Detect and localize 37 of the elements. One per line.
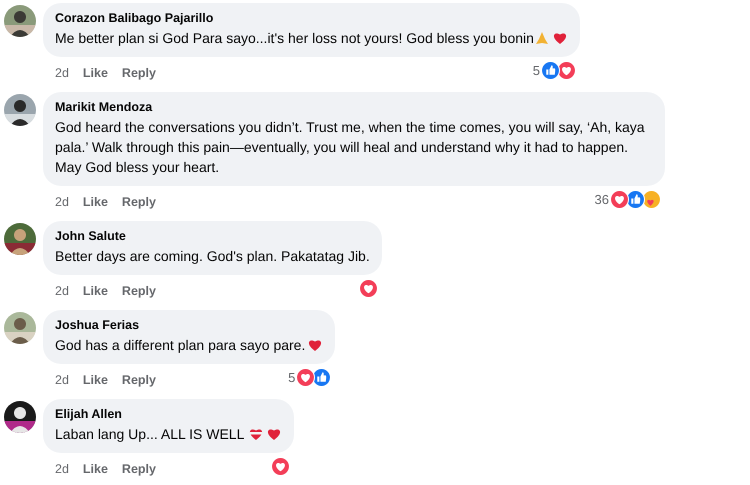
reply-link[interactable]: Reply [122, 195, 156, 209]
reply-link[interactable]: Reply [122, 462, 156, 476]
comment-time[interactable]: 2d [55, 462, 69, 476]
like-link[interactable]: Like [82, 284, 108, 298]
like-link[interactable]: Like [82, 66, 108, 80]
like-link[interactable]: Like [82, 373, 108, 387]
comment-time[interactable]: 2d [55, 284, 69, 298]
love-reaction-icon [610, 190, 629, 208]
like-link[interactable]: Like [82, 462, 108, 476]
care-reaction-icon [642, 190, 661, 208]
reply-link[interactable]: Reply [122, 284, 156, 298]
reaction-count[interactable]: 5 [288, 370, 296, 384]
like-reaction-icon [540, 60, 560, 80]
like-link[interactable]: Like [82, 195, 108, 209]
like-reaction-icon [626, 190, 645, 208]
love-reaction-icon [271, 456, 290, 476]
comment-text: Better days are coming. God's plan. Pakatatag Jib. [55, 247, 370, 266]
comment-author[interactable]: Elijah Allen [55, 407, 282, 421]
comment-author[interactable]: Marikit Mendoza [55, 100, 653, 114]
comment-time[interactable]: 2d [55, 195, 69, 209]
comment-text: God has a different plan para sayo pare. [55, 335, 324, 355]
like-reaction-icon [312, 368, 332, 386]
reaction-count[interactable]: 36 [594, 192, 609, 206]
reaction-count[interactable]: 5 [532, 62, 540, 78]
love-reaction-icon [556, 60, 576, 80]
comment-author[interactable]: Corazon Balibago Pajarillo [55, 11, 568, 25]
comment-text: Me better plan si God Para sayo...it's her loss not yours! God bless you bonin [55, 28, 568, 48]
comment-author[interactable]: Joshua Ferias [55, 318, 324, 332]
love-reaction-icon [358, 278, 378, 298]
reply-link[interactable]: Reply [122, 66, 156, 80]
comment-text: Laban lang Up... ALL IS WELL [55, 424, 282, 444]
love-reaction-icon [296, 368, 316, 386]
comment-time[interactable]: 2d [55, 373, 69, 387]
comment-time[interactable]: 2d [55, 66, 69, 80]
comment-text: God heard the conversations you didn’t. Trust me, when the time comes, you will say, ‘Ah, kaya pala.’ Walk through this pain—eventually, you will heal and understand why it had to happen. May God bless your heart. [55, 118, 646, 177]
comment-author[interactable]: John Salute [55, 229, 370, 243]
reply-link[interactable]: Reply [122, 373, 156, 387]
